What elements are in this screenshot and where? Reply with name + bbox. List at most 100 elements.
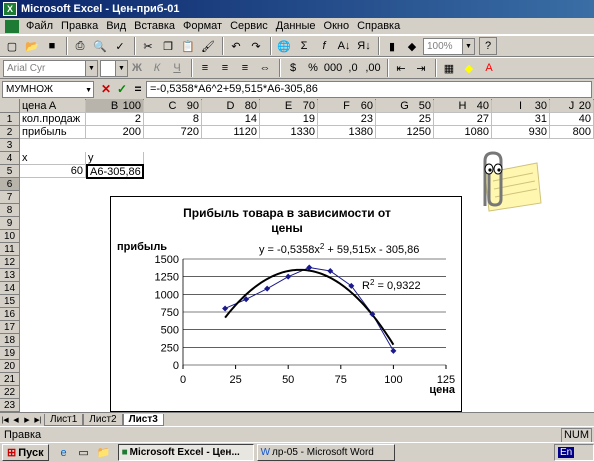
sheet-tab-3[interactable]: Лист3: [122, 414, 164, 426]
cell-d3[interactable]: 1120: [202, 126, 260, 139]
row-header-7[interactable]: 7: [0, 191, 20, 204]
menu-file[interactable]: Файл: [22, 20, 57, 32]
save-icon[interactable]: ■: [43, 37, 61, 55]
cell-h2[interactable]: 27: [434, 113, 492, 126]
cell-f3[interactable]: 1380: [318, 126, 376, 139]
percent-icon[interactable]: %: [304, 59, 322, 77]
cell-b2[interactable]: 2: [86, 113, 144, 126]
cell-a6[interactable]: 60: [20, 165, 86, 178]
task-excel[interactable]: ■ Microsoft Excel - Цен...: [117, 444, 254, 461]
zoom-select[interactable]: 100% ▼: [423, 37, 475, 55]
row-header-21[interactable]: 21: [0, 373, 20, 386]
align-right-icon[interactable]: ≡: [236, 59, 254, 77]
equals-icon[interactable]: =: [130, 81, 146, 98]
row-header-6[interactable]: 6: [0, 178, 20, 191]
format-painter-icon[interactable]: 🖌: [199, 37, 217, 55]
cell-b3[interactable]: 200: [86, 126, 144, 139]
chart-wizard-icon[interactable]: ▮: [383, 37, 401, 55]
decrease-decimal-icon[interactable]: ,00: [364, 59, 382, 77]
preview-icon[interactable]: 🔍: [91, 37, 109, 55]
cell-a2[interactable]: кол.продаж: [20, 113, 86, 126]
cell-d2[interactable]: 14: [202, 113, 260, 126]
excel-doc-icon[interactable]: [5, 19, 19, 33]
row-header-10[interactable]: 10: [0, 230, 20, 243]
cell-g1[interactable]: 50: [376, 100, 434, 113]
menu-tools[interactable]: Сервис: [226, 20, 272, 32]
row-header-12[interactable]: 12: [0, 256, 20, 269]
increase-indent-icon[interactable]: ⇥: [412, 59, 430, 77]
cell-a1[interactable]: цена: [20, 100, 86, 113]
select-all[interactable]: [0, 99, 20, 113]
paste-icon[interactable]: 📋: [179, 37, 197, 55]
chart-area[interactable]: Прибыль товара в зависимости от цены прибы…: [110, 196, 462, 412]
open-icon[interactable]: 📂: [23, 37, 41, 55]
align-center-icon[interactable]: ≡: [216, 59, 234, 77]
chevron-down-icon[interactable]: ▼: [85, 60, 97, 76]
formula-input[interactable]: =-0,5358*A6^2+59,515*A6-305,86: [146, 80, 592, 98]
hyperlink-icon[interactable]: 🌐: [275, 37, 293, 55]
menu-edit[interactable]: Правка: [57, 20, 102, 32]
sheet-tab-1[interactable]: Лист1: [44, 414, 84, 426]
drawing-icon[interactable]: ◆: [403, 37, 421, 55]
merge-center-icon[interactable]: ⇔: [256, 59, 274, 77]
bold-icon[interactable]: Ж: [128, 59, 146, 77]
next-sheet-icon[interactable]: ▶: [22, 415, 32, 426]
menu-window[interactable]: Окно: [320, 20, 354, 32]
align-left-icon[interactable]: ≡: [196, 59, 214, 77]
row-header-9[interactable]: 9: [0, 217, 20, 230]
font-name-select[interactable]: Arial Cyr ▼: [3, 59, 98, 77]
cell-j3[interactable]: 800: [550, 126, 594, 139]
cancel-icon[interactable]: ✕: [98, 81, 114, 98]
fill-color-icon[interactable]: ◆: [460, 59, 478, 77]
cell-i3[interactable]: 930: [492, 126, 550, 139]
row-header-8[interactable]: 8: [0, 204, 20, 217]
row-header-19[interactable]: 19: [0, 347, 20, 360]
start-button[interactable]: ⊞ Пуск: [2, 444, 49, 461]
decrease-indent-icon[interactable]: ⇤: [392, 59, 410, 77]
prev-sheet-icon[interactable]: ◀: [11, 415, 21, 426]
cell-e1[interactable]: 70: [260, 100, 318, 113]
language-indicator[interactable]: En: [558, 447, 575, 458]
menu-data[interactable]: Данные: [272, 20, 320, 32]
cell-g3[interactable]: 1250: [376, 126, 434, 139]
desktop-icon[interactable]: ▭: [75, 444, 93, 462]
copy-icon[interactable]: ❐: [159, 37, 177, 55]
cell-a3[interactable]: прибыль: [20, 126, 86, 139]
sheet-tab-2[interactable]: Лист2: [83, 414, 123, 426]
row-header-22[interactable]: 22: [0, 386, 20, 399]
cell-c3[interactable]: 720: [144, 126, 202, 139]
cell-e3[interactable]: 1330: [260, 126, 318, 139]
row-header-4[interactable]: 4: [0, 152, 20, 165]
office-assistant-clippy[interactable]: [465, 151, 545, 213]
row-header-17[interactable]: 17: [0, 321, 20, 334]
cut-icon[interactable]: ✂: [139, 37, 157, 55]
menu-help[interactable]: Справка: [353, 20, 404, 32]
autosum-icon[interactable]: Σ: [295, 37, 313, 55]
cell-c1[interactable]: 90: [144, 100, 202, 113]
cell-c2[interactable]: 8: [144, 113, 202, 126]
undo-icon[interactable]: ↶: [227, 37, 245, 55]
font-size-select[interactable]: ▼: [100, 59, 128, 77]
cell-a5[interactable]: x: [20, 152, 86, 165]
row-header-18[interactable]: 18: [0, 334, 20, 347]
cell-d1[interactable]: 80: [202, 100, 260, 113]
cell-b1[interactable]: 100: [86, 100, 144, 113]
cell-f2[interactable]: 23: [318, 113, 376, 126]
cell-j1[interactable]: 20: [550, 100, 594, 113]
new-icon[interactable]: ▢: [3, 37, 21, 55]
sort-asc-icon[interactable]: A↓: [335, 37, 353, 55]
row-header-11[interactable]: 11: [0, 243, 20, 256]
redo-icon[interactable]: ↷: [247, 37, 265, 55]
chevron-down-icon[interactable]: ▼: [85, 83, 92, 98]
borders-icon[interactable]: ▦: [440, 59, 458, 77]
row-header-20[interactable]: 20: [0, 360, 20, 373]
thousands-icon[interactable]: 000: [324, 59, 342, 77]
row-header-2[interactable]: 2: [0, 126, 20, 139]
cell-h3[interactable]: 1080: [434, 126, 492, 139]
cell-h1[interactable]: 40: [434, 100, 492, 113]
row-header-3[interactable]: 3: [0, 139, 20, 152]
cell-i1[interactable]: 30: [492, 100, 550, 113]
row-header-15[interactable]: 15: [0, 295, 20, 308]
font-color-icon[interactable]: A: [480, 59, 498, 77]
name-box[interactable]: МУМНОЖ ▼: [2, 80, 94, 98]
